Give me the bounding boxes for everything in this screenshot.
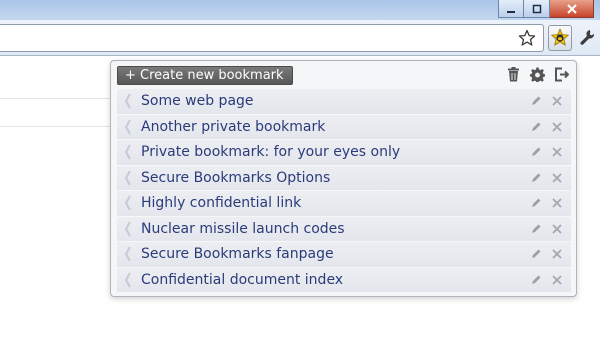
drag-handle-icon[interactable]	[121, 194, 137, 212]
bookmark-label[interactable]: Private bookmark: for your eyes only	[141, 144, 400, 160]
bookmark-row[interactable]: Secure Bookmarks fanpage	[117, 242, 571, 268]
bookmark-row[interactable]: Private bookmark: for your eyes only	[117, 140, 571, 166]
bookmark-label[interactable]: Another private bookmark	[141, 119, 325, 135]
edit-pencil-icon[interactable]	[529, 197, 542, 210]
secure-bookmarks-extension-button[interactable]	[548, 25, 572, 51]
bookmark-row[interactable]: Nuclear missile launch codes	[117, 216, 571, 242]
bookmark-label[interactable]: Secure Bookmarks Options	[141, 170, 330, 186]
delete-x-icon[interactable]	[550, 171, 563, 184]
row-actions	[529, 191, 563, 216]
logout-icon[interactable]	[552, 65, 570, 83]
window-controls	[498, 0, 594, 20]
delete-x-icon[interactable]	[550, 273, 563, 286]
bookmarks-popup: + Create new bookmark Some web page Anot…	[110, 60, 577, 297]
minimize-icon	[507, 10, 515, 13]
drag-handle-icon[interactable]	[121, 118, 137, 136]
edit-pencil-icon[interactable]	[529, 273, 542, 286]
edit-pencil-icon[interactable]	[529, 222, 542, 235]
trash-icon[interactable]	[504, 65, 522, 83]
address-bar[interactable]	[0, 24, 544, 52]
page-divider	[0, 126, 110, 127]
bookmark-label[interactable]: Nuclear missile launch codes	[141, 221, 345, 237]
bookmark-row[interactable]: Another private bookmark	[117, 114, 571, 140]
window-titlebar	[0, 0, 600, 20]
row-actions	[529, 217, 563, 242]
delete-x-icon[interactable]	[550, 197, 563, 210]
edit-pencil-icon[interactable]	[529, 146, 542, 159]
row-actions	[529, 89, 563, 114]
wrench-icon[interactable]	[578, 27, 596, 49]
edit-pencil-icon[interactable]	[529, 248, 542, 261]
maximize-icon	[532, 4, 541, 13]
bookmark-row[interactable]: Some web page	[117, 89, 571, 115]
delete-x-icon[interactable]	[550, 95, 563, 108]
row-actions	[529, 140, 563, 165]
popup-header: + Create new bookmark	[111, 61, 576, 89]
delete-x-icon[interactable]	[550, 120, 563, 133]
delete-x-icon[interactable]	[550, 222, 563, 235]
browser-toolbar	[0, 20, 600, 56]
delete-x-icon[interactable]	[550, 248, 563, 261]
row-actions	[529, 115, 563, 140]
page-divider	[0, 98, 110, 99]
edit-pencil-icon[interactable]	[529, 95, 542, 108]
bookmark-label[interactable]: Confidential document index	[141, 272, 343, 288]
bookmark-row[interactable]: Highly confidential link	[117, 191, 571, 217]
bookmark-label[interactable]: Secure Bookmarks fanpage	[141, 246, 334, 262]
edit-pencil-icon[interactable]	[529, 120, 542, 133]
header-icons	[504, 65, 570, 83]
drag-handle-icon[interactable]	[121, 220, 137, 238]
row-actions	[529, 268, 563, 293]
create-bookmark-button[interactable]: + Create new bookmark	[117, 66, 293, 85]
row-actions	[529, 242, 563, 267]
edit-pencil-icon[interactable]	[529, 171, 542, 184]
close-window-button[interactable]	[550, 0, 594, 18]
drag-handle-icon[interactable]	[121, 143, 137, 161]
bookmark-row[interactable]: Secure Bookmarks Options	[117, 165, 571, 191]
bookmark-list: Some web page Another private bookmark P…	[117, 89, 571, 293]
bookmark-label[interactable]: Some web page	[141, 93, 254, 109]
bookmark-label[interactable]: Highly confidential link	[141, 195, 301, 211]
delete-x-icon[interactable]	[550, 146, 563, 159]
gear-icon[interactable]	[528, 65, 546, 83]
drag-handle-icon[interactable]	[121, 169, 137, 187]
minimize-button[interactable]	[498, 0, 524, 18]
drag-handle-icon[interactable]	[121, 245, 137, 263]
drag-handle-icon[interactable]	[121, 92, 137, 110]
secure-bookmarks-extension-icon	[551, 28, 569, 46]
drag-handle-icon[interactable]	[121, 271, 137, 289]
close-icon	[566, 3, 577, 14]
star-icon[interactable]	[517, 28, 537, 48]
row-actions	[529, 166, 563, 191]
maximize-button[interactable]	[524, 0, 550, 18]
bookmark-row[interactable]: Confidential document index	[117, 267, 571, 293]
